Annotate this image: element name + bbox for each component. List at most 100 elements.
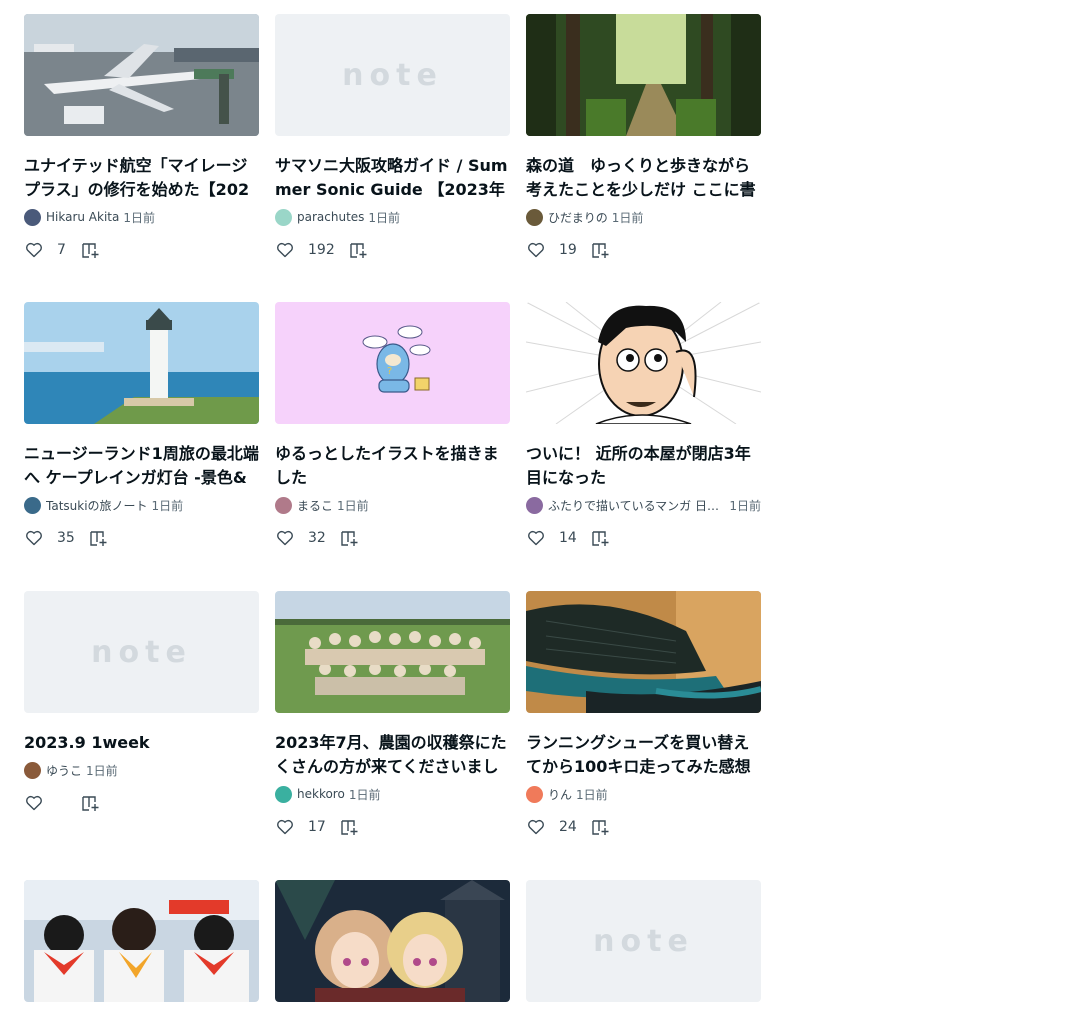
add-to-magazine-icon[interactable]: [80, 793, 100, 813]
heart-icon[interactable]: [275, 817, 295, 837]
note-card[interactable]: ついに！ 近所の本屋が閉店3年目になった ふたりで描いているマンガ 日記 ちょっ…: [526, 302, 761, 591]
author-name[interactable]: Hikaru Akita: [46, 210, 119, 224]
add-to-magazine-icon[interactable]: [590, 817, 610, 837]
like-count: 32: [308, 530, 326, 546]
author-avatar[interactable]: [275, 785, 292, 803]
heart-icon[interactable]: [275, 528, 295, 548]
like-count: 17: [308, 819, 326, 835]
heart-icon[interactable]: [24, 528, 44, 548]
note-card[interactable]: [275, 880, 510, 1002]
author-avatar[interactable]: [275, 208, 292, 226]
card-title[interactable]: ランニングシューズを買い替えてから100キロ走ってみた感想: [526, 731, 761, 779]
like-count: 192: [308, 242, 335, 258]
feed-row: note 2023.9 1week ゆうこ 1日前 2023年7月、農園の収穫祭…: [24, 591, 761, 880]
card-thumbnail-shoes[interactable]: [526, 591, 761, 713]
heart-icon[interactable]: [526, 528, 546, 548]
note-card[interactable]: note: [526, 880, 761, 1002]
author-avatar[interactable]: [24, 496, 41, 514]
card-thumbnail-kids[interactable]: [24, 880, 259, 1002]
note-card[interactable]: [24, 880, 259, 1002]
card-thumbnail-farm-group[interactable]: [275, 591, 510, 713]
author-name[interactable]: ふたりで描いているマンガ 日記 ちょっとゆるめのエッセイ: [548, 497, 725, 514]
card-meta: りん 1日前: [526, 785, 761, 803]
card-title[interactable]: ゆるっとしたイラストを描きました: [275, 442, 510, 490]
card-actions: [24, 793, 259, 813]
heart-icon[interactable]: [275, 240, 295, 260]
post-time: 1日前: [576, 787, 608, 802]
svg-text:?: ?: [387, 366, 392, 377]
card-meta: parachutes 1日前: [275, 208, 510, 226]
post-time: 1日前: [729, 498, 761, 513]
note-card[interactable]: ユナイテッド航空「マイレージプラス」の修行を始めた【2023年6月】 Hikar…: [24, 14, 259, 302]
author-name[interactable]: parachutes: [297, 210, 364, 224]
author-avatar[interactable]: [24, 208, 41, 226]
add-to-magazine-icon[interactable]: [88, 528, 108, 548]
author-name[interactable]: ゆうこ: [46, 762, 82, 779]
add-to-magazine-icon[interactable]: [590, 240, 610, 260]
feed-row: ユナイテッド航空「マイレージプラス」の修行を始めた【2023年6月】 Hikar…: [24, 14, 761, 302]
note-card[interactable]: ランニングシューズを買い替えてから100キロ走ってみた感想 りん 1日前 24: [526, 591, 761, 880]
card-meta: ひだまりの 1日前: [526, 208, 761, 226]
author-name[interactable]: ひだまりの: [548, 209, 608, 226]
author-avatar[interactable]: [24, 761, 41, 779]
card-actions: 19: [526, 240, 761, 260]
card-actions: 17: [275, 817, 510, 837]
card-thumbnail-airplane[interactable]: [24, 14, 259, 136]
card-title[interactable]: 2023.9 1week: [24, 731, 259, 755]
card-title[interactable]: ユナイテッド航空「マイレージプラス」の修行を始めた【2023年6月】: [24, 154, 259, 202]
like-count: 7: [57, 242, 66, 258]
card-thumbnail-placeholder[interactable]: note: [275, 14, 510, 136]
note-card[interactable]: 森の道 ゆっくりと歩きながら考えたことを少しだけ ここに書いておきます ひだまり…: [526, 14, 761, 302]
author-name[interactable]: りん: [548, 786, 572, 803]
note-card[interactable]: ? ゆるっとしたイラストを描きました まるこ 1日前 32: [275, 302, 510, 591]
author-avatar[interactable]: [275, 496, 292, 514]
author-name[interactable]: hekkoro: [297, 787, 345, 801]
card-thumbnail-manga[interactable]: [526, 302, 761, 424]
card-meta: Tatsukiの旅ノート 1日前: [24, 496, 259, 514]
note-logo: note: [342, 57, 443, 93]
note-logo: note: [593, 923, 694, 959]
card-title[interactable]: ついに！ 近所の本屋が閉店3年目になった: [526, 442, 761, 490]
card-title[interactable]: ニュージーランド1周旅の最北端へ ケープレインガ灯台 -景色&旅の記録まとめ-: [24, 442, 259, 490]
like-count: 24: [559, 819, 577, 835]
note-card[interactable]: ニュージーランド1周旅の最北端へ ケープレインガ灯台 -景色&旅の記録まとめ- …: [24, 302, 259, 591]
note-card[interactable]: note サマソニ大阪攻略ガイド / Summer Sonic Guide 【2…: [275, 14, 510, 302]
card-thumbnail-illustration[interactable]: ?: [275, 302, 510, 424]
add-to-magazine-icon[interactable]: [339, 817, 359, 837]
card-thumbnail-lighthouse[interactable]: [24, 302, 259, 424]
feed-row: note: [24, 880, 761, 1002]
feed-row: ニュージーランド1周旅の最北端へ ケープレインガ灯台 -景色&旅の記録まとめ- …: [24, 302, 761, 591]
card-title[interactable]: 2023年7月、農園の収穫祭にたくさんの方が来てくださいました&ありがとうござい…: [275, 731, 510, 779]
card-meta: hekkoro 1日前: [275, 785, 510, 803]
add-to-magazine-icon[interactable]: [348, 240, 368, 260]
heart-icon[interactable]: [526, 240, 546, 260]
author-avatar[interactable]: [526, 208, 543, 226]
card-title[interactable]: 森の道 ゆっくりと歩きながら考えたことを少しだけ ここに書いておきます: [526, 154, 761, 202]
card-meta: まるこ 1日前: [275, 496, 510, 514]
add-to-magazine-icon[interactable]: [339, 528, 359, 548]
card-actions: 192: [275, 240, 510, 260]
author-avatar[interactable]: [526, 496, 543, 514]
add-to-magazine-icon[interactable]: [590, 528, 610, 548]
card-actions: 32: [275, 528, 510, 548]
card-thumbnail-anime[interactable]: [275, 880, 510, 1002]
card-thumbnail-forest[interactable]: [526, 14, 761, 136]
note-card[interactable]: note 2023.9 1week ゆうこ 1日前: [24, 591, 259, 880]
note-card[interactable]: 2023年7月、農園の収穫祭にたくさんの方が来てくださいました&ありがとうござい…: [275, 591, 510, 880]
heart-icon[interactable]: [24, 793, 44, 813]
card-thumbnail-placeholder[interactable]: note: [526, 880, 761, 1002]
author-name[interactable]: Tatsukiの旅ノート: [46, 497, 148, 514]
post-time: 1日前: [348, 787, 381, 802]
heart-icon[interactable]: [24, 240, 44, 260]
add-to-magazine-icon[interactable]: [80, 240, 100, 260]
heart-icon[interactable]: [526, 817, 546, 837]
card-thumbnail-placeholder[interactable]: note: [24, 591, 259, 713]
card-actions: 7: [24, 240, 259, 260]
author-avatar[interactable]: [526, 785, 543, 803]
like-count: 35: [57, 530, 75, 546]
card-title[interactable]: サマソニ大阪攻略ガイド / Summer Sonic Guide 【2023年版…: [275, 154, 510, 202]
author-name[interactable]: まるこ: [297, 497, 333, 514]
like-count: 19: [559, 242, 577, 258]
note-feed-grid: ユナイテッド航空「マイレージプラス」の修行を始めた【2023年6月】 Hikar…: [24, 14, 761, 1002]
post-time: 1日前: [86, 763, 118, 778]
